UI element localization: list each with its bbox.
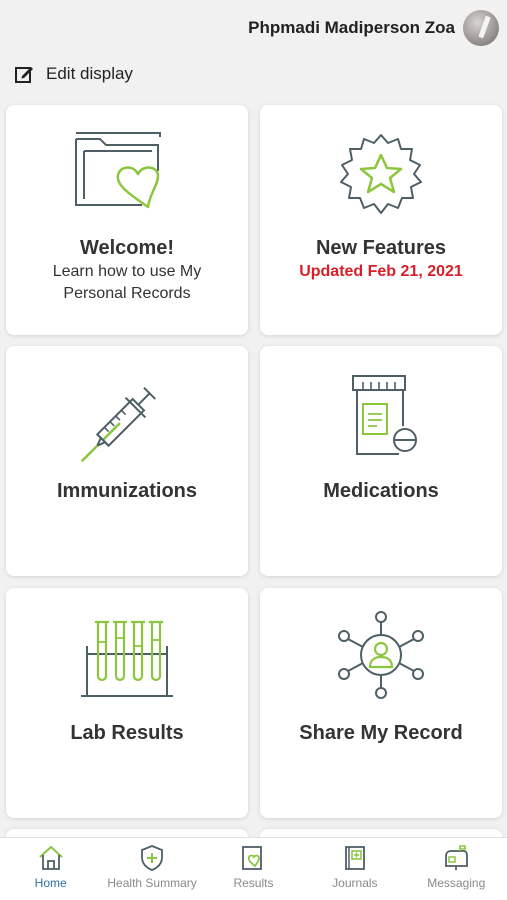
test-tubes-icon <box>81 620 173 697</box>
nav-results[interactable]: Results <box>203 844 304 890</box>
nav-health-summary[interactable]: Health Summary <box>102 844 203 890</box>
edit-icon <box>15 67 33 83</box>
immunizations-card[interactable]: Immunizations <box>6 346 248 576</box>
welcome-card[interactable]: Welcome! Learn how to use My Personal Re… <box>6 105 248 335</box>
card-title: Share My Record <box>299 722 463 744</box>
lab-results-card[interactable]: Lab Results <box>6 588 248 818</box>
home-icon <box>39 845 63 870</box>
edit-display-label: Edit display <box>46 64 133 83</box>
pill-bottle-icon <box>352 375 417 455</box>
user-name: Phpmadi Madiperson Zoa <box>248 18 455 37</box>
bottom-nav: Home Health Summary Results Journals Mes… <box>0 837 507 900</box>
nav-messaging[interactable]: Messaging <box>406 844 507 890</box>
folder-heart-icon <box>75 132 161 209</box>
star-badge-icon <box>340 134 422 214</box>
syringe-icon <box>80 387 156 462</box>
share-record-card[interactable]: Share My Record <box>260 588 502 818</box>
share-network-icon <box>338 611 424 699</box>
journal-icon <box>344 846 365 870</box>
card-title: Lab Results <box>70 722 184 744</box>
nav-journals[interactable]: Journals <box>304 844 405 890</box>
card-title: Welcome! <box>79 237 175 259</box>
nav-label: Results <box>233 876 274 890</box>
new-features-card[interactable]: New Features Updated Feb 21, 2021 <box>260 105 502 335</box>
card-title: Medications <box>323 480 439 502</box>
results-icon <box>242 846 263 870</box>
nav-label: Health Summary <box>107 876 197 890</box>
avatar[interactable] <box>463 10 499 46</box>
nav-label: Messaging <box>427 876 486 890</box>
mailbox-icon <box>445 845 469 870</box>
shield-cross-icon <box>141 845 163 871</box>
nav-label: Home <box>34 876 67 890</box>
card-subtitle: Learn how to use My Personal Records <box>52 263 202 302</box>
medications-card[interactable]: Medications <box>260 346 502 576</box>
card-subtitle-updated: Updated Feb 21, 2021 <box>299 263 463 280</box>
edit-display-button[interactable]: Edit display <box>14 62 133 86</box>
card-title: New Features <box>315 237 447 259</box>
nav-home[interactable]: Home <box>0 844 101 890</box>
app-header: Phpmadi Madiperson Zoa <box>0 0 507 56</box>
nav-label: Journals <box>332 876 378 890</box>
card-title: Immunizations <box>56 480 197 502</box>
